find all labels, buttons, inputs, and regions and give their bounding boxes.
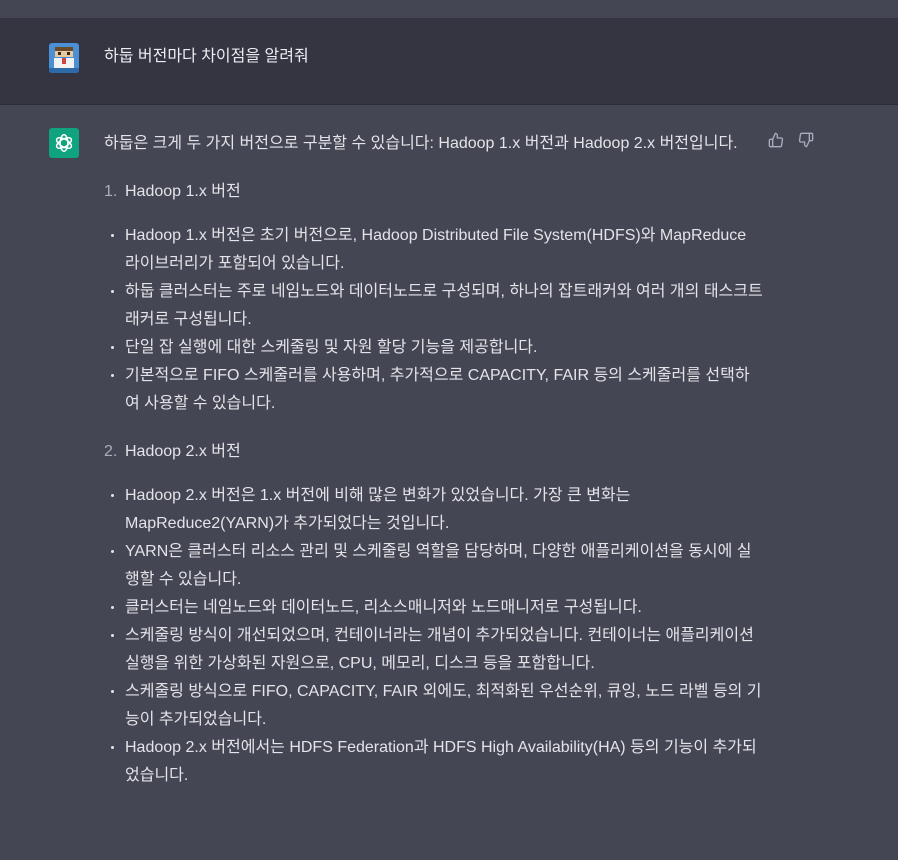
section-heading: 1. Hadoop 1.x 버전 xyxy=(104,178,764,206)
assistant-message-content: 하둡은 크게 두 가지 버전으로 구분할 수 있습니다: Hadoop 1.x … xyxy=(104,130,764,810)
list-item: YARN은 클러스터 리소스 관리 및 스케줄링 역할을 담당하며, 다양한 애… xyxy=(104,538,764,594)
openai-logo-icon xyxy=(55,134,73,152)
thumbs-down-icon xyxy=(798,132,814,148)
assistant-avatar xyxy=(49,128,79,158)
user-message-text: 하둡 버전마다 차이점을 알려줘 xyxy=(104,48,309,65)
bullet-list: Hadoop 2.x 버전은 1.x 버전에 비해 많은 변화가 있었습니다. … xyxy=(104,482,764,790)
list-item: 스케줄링 방식이 개선되었으며, 컨테이너라는 개념이 추가되었습니다. 컨테이… xyxy=(104,622,764,678)
thumbs-up-button[interactable] xyxy=(767,131,785,149)
thumbs-down-button[interactable] xyxy=(797,131,815,149)
thumbs-up-icon xyxy=(768,132,784,148)
section-number: 2. xyxy=(104,443,118,460)
feedback-buttons xyxy=(767,131,815,149)
user-avatar-icon xyxy=(49,43,79,73)
assistant-message-row: 하둡은 크게 두 가지 버전으로 구분할 수 있습니다: Hadoop 1.x … xyxy=(0,105,898,860)
list-item: Hadoop 2.x 버전은 1.x 버전에 비해 많은 변화가 있었습니다. … xyxy=(104,482,764,538)
list-item: Hadoop 1.x 버전은 초기 버전으로, Hadoop Distribut… xyxy=(104,222,764,278)
user-message-row: 하둡 버전마다 차이점을 알려줘 xyxy=(0,18,898,105)
assistant-intro: 하둡은 크게 두 가지 버전으로 구분할 수 있습니다: Hadoop 1.x … xyxy=(104,135,738,152)
user-avatar xyxy=(49,43,79,73)
section-heading: 2. Hadoop 2.x 버전 xyxy=(104,438,764,466)
list-item: 클러스터는 네임노드와 데이터노드, 리소스매니저와 노드매니저로 구성됩니다. xyxy=(104,594,764,622)
list-item: 하둡 클러스터는 주로 네임노드와 데이터노드로 구성되며, 하나의 잡트래커와… xyxy=(104,278,764,334)
section-title: Hadoop 2.x 버전 xyxy=(125,443,241,460)
list-item: 기본적으로 FIFO 스케줄러를 사용하며, 추가적으로 CAPACITY, F… xyxy=(104,362,764,418)
top-strip xyxy=(0,0,898,18)
section-number: 1. xyxy=(104,183,118,200)
list-item: 단일 잡 실행에 대한 스케줄링 및 자원 할당 기능을 제공합니다. xyxy=(104,334,764,362)
bullet-list: Hadoop 1.x 버전은 초기 버전으로, Hadoop Distribut… xyxy=(104,222,764,418)
list-item: 스케줄링 방식으로 FIFO, CAPACITY, FAIR 외에도, 최적화된… xyxy=(104,678,764,734)
section-title: Hadoop 1.x 버전 xyxy=(125,183,241,200)
list-item: Hadoop 2.x 버전에서는 HDFS Federation과 HDFS H… xyxy=(104,734,764,790)
